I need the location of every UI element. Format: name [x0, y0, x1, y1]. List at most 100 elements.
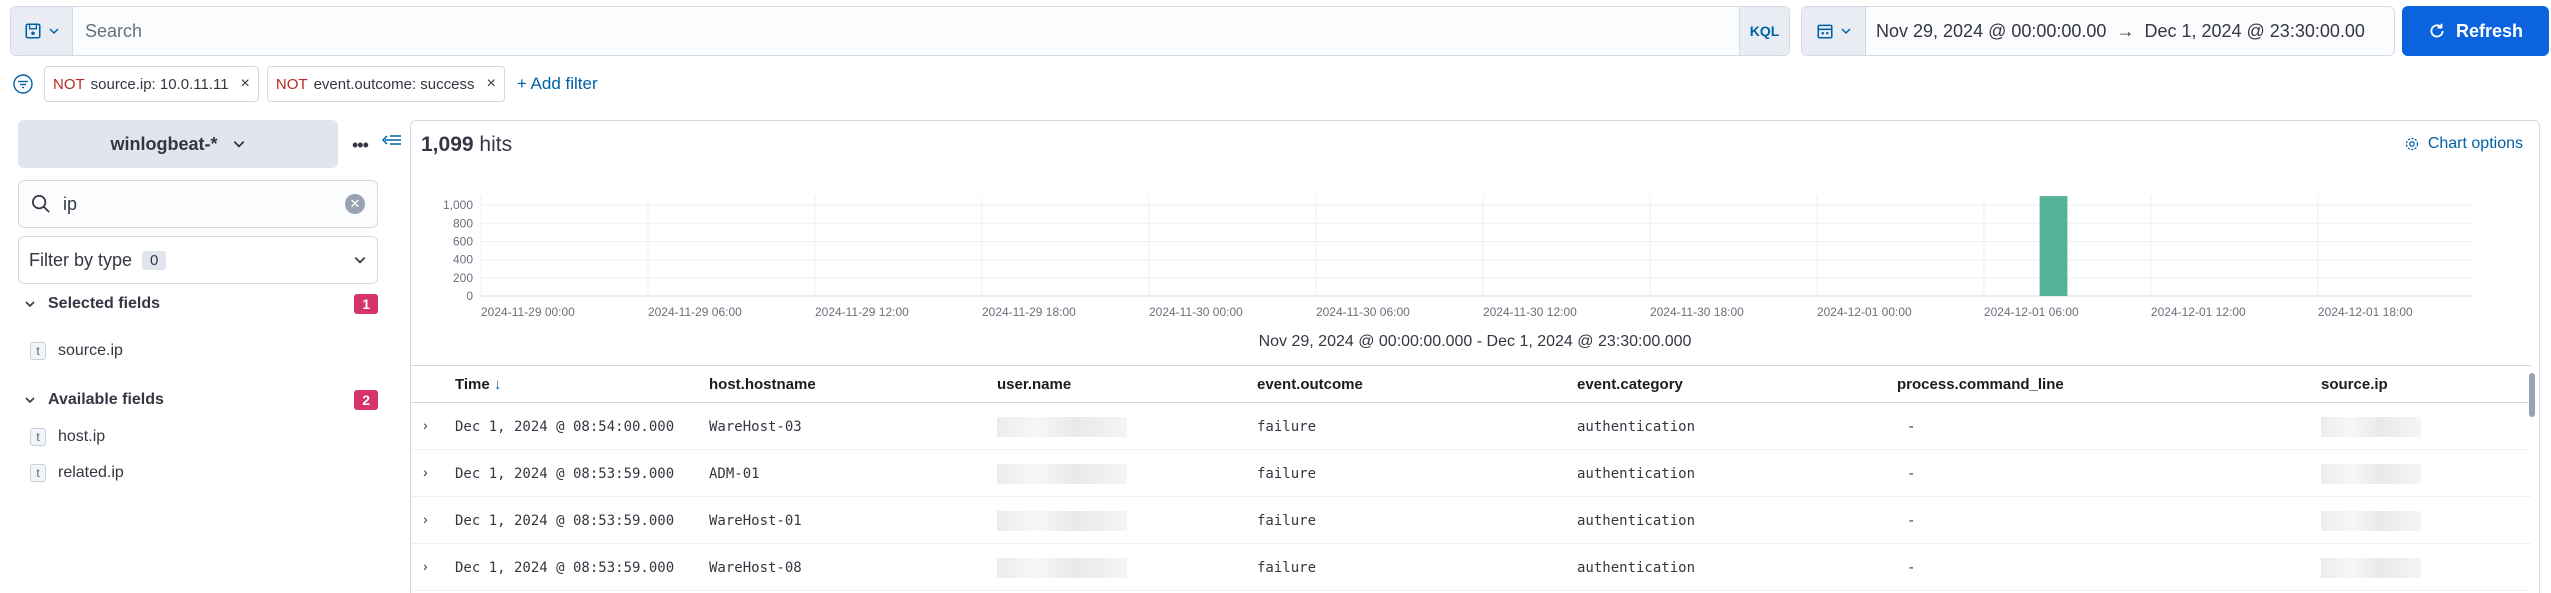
- table-header: Time ↓ host.hostname user.name event.out…: [411, 365, 2531, 403]
- cell-event-outcome: failure: [1257, 466, 1317, 482]
- selected-fields-label: Selected fields: [48, 295, 161, 312]
- available-fields-header[interactable]: Available fields 2: [24, 390, 378, 410]
- index-pattern-selector[interactable]: winlogbeat-*: [18, 120, 338, 168]
- start-date[interactable]: Nov 29, 2024 @ 00:00:00.00: [1866, 21, 2116, 42]
- histogram-bar: [2039, 196, 2068, 296]
- column-header-event-category[interactable]: event.category: [1577, 376, 1683, 393]
- search-icon: [32, 195, 50, 213]
- x-tick-label: 2024-11-30 06:00: [1316, 305, 1410, 319]
- field-sidebar: winlogbeat-* ••• ip ✕ Filter by type 0 S…: [0, 110, 410, 593]
- expand-row-icon[interactable]: ›: [423, 558, 428, 574]
- save-icon: [24, 23, 41, 39]
- table-row[interactable]: › Dec 1, 2024 @ 08:53:59.000 WareHost-01 fa…: [411, 497, 2531, 544]
- selected-fields-header[interactable]: Selected fields 1: [24, 294, 378, 314]
- x-tick-label: 2024-11-29 18:00: [982, 305, 1076, 319]
- column-header-process-command-line[interactable]: process.command_line: [1897, 376, 2064, 393]
- cell-process-command-line: -: [1907, 466, 1916, 482]
- column-header-event-outcome[interactable]: event.outcome: [1257, 376, 1363, 393]
- more-options-icon[interactable]: •••: [352, 135, 369, 156]
- clear-icon[interactable]: ✕: [345, 194, 365, 214]
- table-row[interactable]: › Dec 1, 2024 @ 08:53:59.000 WareHost-08 fa…: [411, 544, 2531, 591]
- x-tick-label: 2024-12-01 12:00: [2151, 305, 2246, 319]
- filter-text: source.ip: 10.0.11.11: [90, 75, 229, 93]
- cell-event-outcome: failure: [1257, 513, 1317, 529]
- cell-time: Dec 1, 2024 @ 08:54:00.000: [455, 419, 675, 435]
- string-type-icon: t: [30, 428, 46, 446]
- chart-options-button[interactable]: Chart options: [2404, 135, 2523, 153]
- chart-time-range: Nov 29, 2024 @ 00:00:00.000 - Dec 1, 202…: [1258, 333, 1692, 350]
- cell-source-ip-redacted: [2321, 558, 2421, 578]
- add-filter-button[interactable]: + Add filter: [517, 74, 598, 94]
- quick-date-button[interactable]: [1802, 7, 1866, 55]
- field-item[interactable]: t host.ip: [30, 428, 105, 446]
- chevron-down-icon: [1840, 28, 1851, 35]
- close-icon[interactable]: ×: [486, 75, 495, 93]
- y-tick-label: 200: [453, 271, 473, 285]
- filter-negate-label: NOT: [275, 75, 308, 93]
- cell-host-hostname: WareHost-08: [709, 560, 802, 576]
- column-header-user-name[interactable]: user.name: [997, 376, 1071, 393]
- string-type-icon: t: [30, 464, 46, 482]
- cell-host-hostname: WareHost-03: [709, 419, 802, 435]
- filter-pill[interactable]: NOT source.ip: 10.0.11.11 ×: [44, 66, 259, 102]
- x-tick-label: 2024-11-30 00:00: [1149, 305, 1243, 319]
- cell-host-hostname: WareHost-01: [709, 513, 802, 529]
- column-header-time[interactable]: Time ↓: [455, 376, 501, 393]
- y-tick-label: 600: [453, 234, 473, 248]
- end-date[interactable]: Dec 1, 2024 @ 23:30:00.00: [2134, 21, 2374, 42]
- cell-source-ip-redacted: [2321, 417, 2421, 437]
- date-picker: Nov 29, 2024 @ 00:00:00.00 → Dec 1, 2024…: [1801, 6, 2395, 56]
- cell-time: Dec 1, 2024 @ 08:53:59.000: [455, 466, 675, 482]
- saved-query-button[interactable]: [11, 7, 73, 55]
- sort-down-icon[interactable]: ↓: [494, 376, 502, 393]
- cell-event-category: authentication: [1577, 560, 1696, 576]
- field-name: source.ip: [58, 342, 123, 359]
- histogram-chart: 0 200 400 600 800 1,000 2024-11-29 00:00 2024-1…: [443, 196, 2471, 319]
- x-tick-label: 2024-12-01 06:00: [1984, 305, 2079, 319]
- filter-negate-label: NOT: [53, 75, 85, 93]
- refresh-button[interactable]: Refresh: [2402, 6, 2549, 56]
- gear-icon: [2405, 137, 2418, 151]
- table-row[interactable]: › Dec 1, 2024 @ 08:54:00.000 WareHost-03 fa…: [411, 403, 2531, 450]
- x-tick-label: 2024-12-01 18:00: [2318, 305, 2413, 319]
- column-header-source-ip[interactable]: source.ip: [2321, 376, 2388, 393]
- close-icon[interactable]: ×: [241, 75, 250, 93]
- table-scrollbar[interactable]: [2529, 373, 2535, 417]
- refresh-icon: [2430, 23, 2444, 38]
- filter-by-type-button[interactable]: Filter by type 0: [18, 236, 378, 284]
- cell-event-outcome: failure: [1257, 560, 1317, 576]
- expand-row-icon[interactable]: ›: [423, 464, 428, 480]
- collapse-sidebar-button[interactable]: [381, 132, 402, 153]
- filter-menu-button[interactable]: [10, 71, 36, 97]
- expand-row-icon[interactable]: ›: [423, 511, 428, 527]
- cell-event-category: authentication: [1577, 513, 1696, 529]
- field-item[interactable]: t related.ip: [30, 464, 124, 482]
- cell-event-outcome: failure: [1257, 419, 1317, 435]
- cell-user-name-redacted: [997, 464, 1127, 484]
- query-language-button[interactable]: KQL: [1739, 7, 1789, 55]
- table-row[interactable]: › Dec 1, 2024 @ 08:53:59.000 ADM-01 failure…: [411, 450, 2531, 497]
- search-input[interactable]: Search: [73, 21, 1739, 42]
- column-header-host-hostname[interactable]: host.hostname: [709, 376, 816, 393]
- column-label: Time: [455, 376, 490, 393]
- chevron-down-icon: [25, 301, 35, 308]
- cell-user-name-redacted: [997, 558, 1127, 578]
- filter-pill[interactable]: NOT event.outcome: success ×: [266, 66, 505, 102]
- expand-row-icon[interactable]: ›: [423, 417, 428, 433]
- documents-table: Time ↓ host.hostname user.name event.out…: [411, 365, 2531, 591]
- filter-by-type-count: 0: [142, 250, 167, 270]
- query-bar: Search KQL Nov 29, 2024 @ 00:00:00.00 → …: [10, 6, 2551, 56]
- cell-event-category: authentication: [1577, 466, 1696, 482]
- field-name: related.ip: [58, 464, 124, 481]
- y-tick-label: 1,000: [443, 198, 473, 212]
- chevron-down-icon: [48, 28, 59, 35]
- field-search-value: ip: [63, 193, 78, 214]
- selected-fields-count: 1: [354, 294, 378, 314]
- x-tick-label: 2024-11-29 06:00: [648, 305, 742, 319]
- field-search-input[interactable]: ip ✕: [18, 180, 378, 228]
- chevron-down-icon: [233, 141, 244, 148]
- field-item[interactable]: t source.ip: [30, 342, 123, 360]
- string-type-icon: t: [30, 342, 46, 360]
- chevron-down-icon: [354, 257, 366, 264]
- cell-user-name-redacted: [997, 417, 1127, 437]
